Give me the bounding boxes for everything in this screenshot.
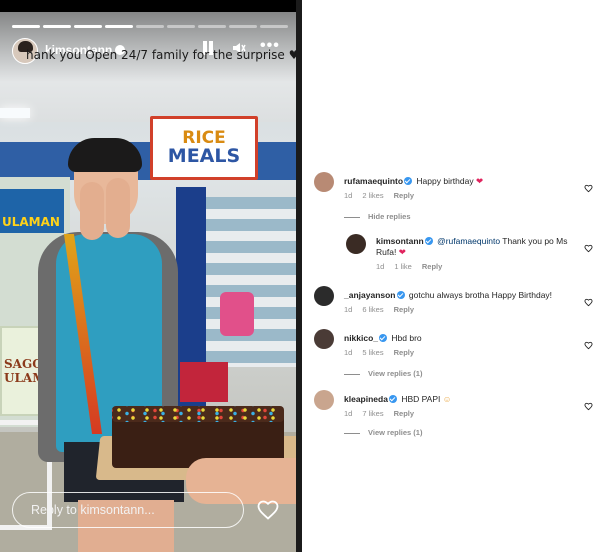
scene-bag — [220, 292, 254, 336]
comment-body-line2: Rufa! ❤ — [376, 247, 406, 258]
comment-username[interactable]: kimsontann — [376, 236, 424, 246]
comment-text: gotchu always brotha Happy Birthday! — [408, 290, 553, 300]
verified-badge-icon — [404, 177, 413, 185]
comment-text-line2: Rufa! — [376, 247, 397, 257]
progress-segment — [167, 25, 195, 28]
avatar[interactable] — [314, 172, 334, 192]
heart-outline-icon[interactable] — [256, 498, 280, 522]
hide-replies-button[interactable]: Hide replies — [344, 212, 411, 221]
heart-outline-icon[interactable] — [584, 180, 593, 193]
verified-badge-icon — [396, 291, 405, 299]
comment-meta: 1d 5 likes Reply — [344, 348, 424, 357]
comment-body: kleapineda HBD PAPI ☺ — [344, 394, 451, 404]
comment-time: 1d — [344, 191, 353, 200]
comment-likes[interactable]: 2 likes — [362, 191, 383, 200]
verified-badge-icon — [379, 334, 388, 342]
comment-username[interactable]: nikkico_ — [344, 333, 378, 343]
scene-banner: ULAMAN — [0, 189, 64, 233]
comment-body: nikkico_ Hbd bro — [344, 333, 422, 343]
comment-mention[interactable]: @rufamaequinto — [437, 236, 500, 246]
person-hand-left — [80, 182, 104, 240]
comment-text: Hbd bro — [391, 333, 422, 343]
comment-meta: 1d 2 likes Reply — [344, 191, 424, 200]
story-caption: hank you Open 24/7 family for the surpri… — [26, 48, 296, 62]
comment-time: 1d — [344, 305, 353, 314]
comment-time: 1d — [344, 409, 353, 418]
comment-username[interactable]: _anjayanson — [344, 290, 396, 300]
view-replies-button[interactable]: View replies (1) — [344, 428, 422, 437]
comment-meta: 1d 6 likes Reply — [344, 305, 424, 314]
comment-username[interactable]: rufamaequinto — [344, 176, 403, 186]
comment-likes[interactable]: 6 likes — [362, 305, 383, 314]
comment-username[interactable]: kleapineda — [344, 394, 388, 404]
comment-body: kimsontann @rufamaequinto Thank you po M… — [376, 236, 567, 246]
progress-segment — [12, 25, 40, 28]
progress-segment — [260, 25, 288, 28]
comment-body: _anjayanson gotchu always brotha Happy B… — [344, 290, 552, 300]
scene-shelf — [206, 197, 302, 367]
story-viewer: RICE MEALS ULAMAN SAGO'T ULAMAN kimsonta… — [0, 0, 302, 552]
caption-heart-icon: ♥ — [288, 48, 296, 62]
reply-button[interactable]: Reply — [422, 262, 442, 271]
comment-meta: 1d 1 like Reply — [376, 262, 452, 271]
progress-segment — [74, 25, 102, 28]
reply-button[interactable]: Reply — [394, 348, 414, 357]
comment-likes[interactable]: 7 likes — [362, 409, 383, 418]
avatar[interactable] — [346, 234, 366, 254]
red-heart-emoji: ❤ — [398, 247, 406, 257]
verified-badge-icon — [424, 237, 433, 245]
avatar[interactable] — [314, 329, 334, 349]
scene-rice-meals-sign: RICE MEALS — [150, 116, 258, 180]
progress-segment — [229, 25, 257, 28]
comment-body: rufamaequinto Happy birthday ❤ — [344, 176, 483, 187]
view-replies-button[interactable]: View replies (1) — [344, 369, 422, 378]
heart-outline-icon[interactable] — [584, 240, 593, 253]
verified-badge-icon — [388, 395, 397, 403]
scene-sign-line2: MEALS — [167, 145, 241, 167]
person-hand-right — [106, 178, 130, 238]
scene-banner-text: ULAMAN — [2, 215, 60, 229]
avatar[interactable] — [314, 286, 334, 306]
comment-meta: 1d 7 likes Reply — [344, 409, 424, 418]
progress-segment — [198, 25, 226, 28]
progress-segment — [136, 25, 164, 28]
reply-button[interactable]: Reply — [394, 191, 414, 200]
story-reply-input[interactable] — [31, 503, 231, 517]
story-reply-box[interactable] — [12, 492, 244, 528]
person-hair — [68, 138, 142, 172]
heart-outline-icon[interactable] — [584, 294, 593, 307]
comment-text: Happy birthday — [416, 176, 474, 186]
avatar[interactable] — [314, 390, 334, 410]
comment-likes[interactable]: 1 like — [394, 262, 412, 271]
story-caption-text: hank you Open 24/7 family for the surpri… — [26, 48, 285, 62]
reply-button[interactable]: Reply — [394, 409, 414, 418]
smiling-face-emoji: ☺ — [442, 394, 452, 404]
reply-button[interactable]: Reply — [394, 305, 414, 314]
heart-outline-icon[interactable] — [584, 337, 593, 350]
story-photo: RICE MEALS ULAMAN SAGO'T ULAMAN — [0, 12, 302, 552]
comment-likes[interactable]: 5 likes — [362, 348, 383, 357]
comment-time: 1d — [376, 262, 385, 271]
comments-panel: rufamaequinto Happy birthday ❤ 1d 2 likes… — [302, 0, 600, 552]
comment-time: 1d — [344, 348, 353, 357]
scene-light — [0, 108, 30, 118]
red-heart-emoji: ❤ — [475, 176, 484, 186]
heart-outline-icon[interactable] — [584, 398, 593, 411]
story-progress — [12, 25, 288, 28]
comment-text: Thank you po Ms — [502, 236, 568, 246]
cake-sprinkles — [112, 406, 284, 422]
progress-segment — [43, 25, 71, 28]
progress-segment — [105, 25, 133, 28]
scene-box — [180, 362, 228, 402]
comment-text: HBD PAPI — [401, 394, 441, 404]
